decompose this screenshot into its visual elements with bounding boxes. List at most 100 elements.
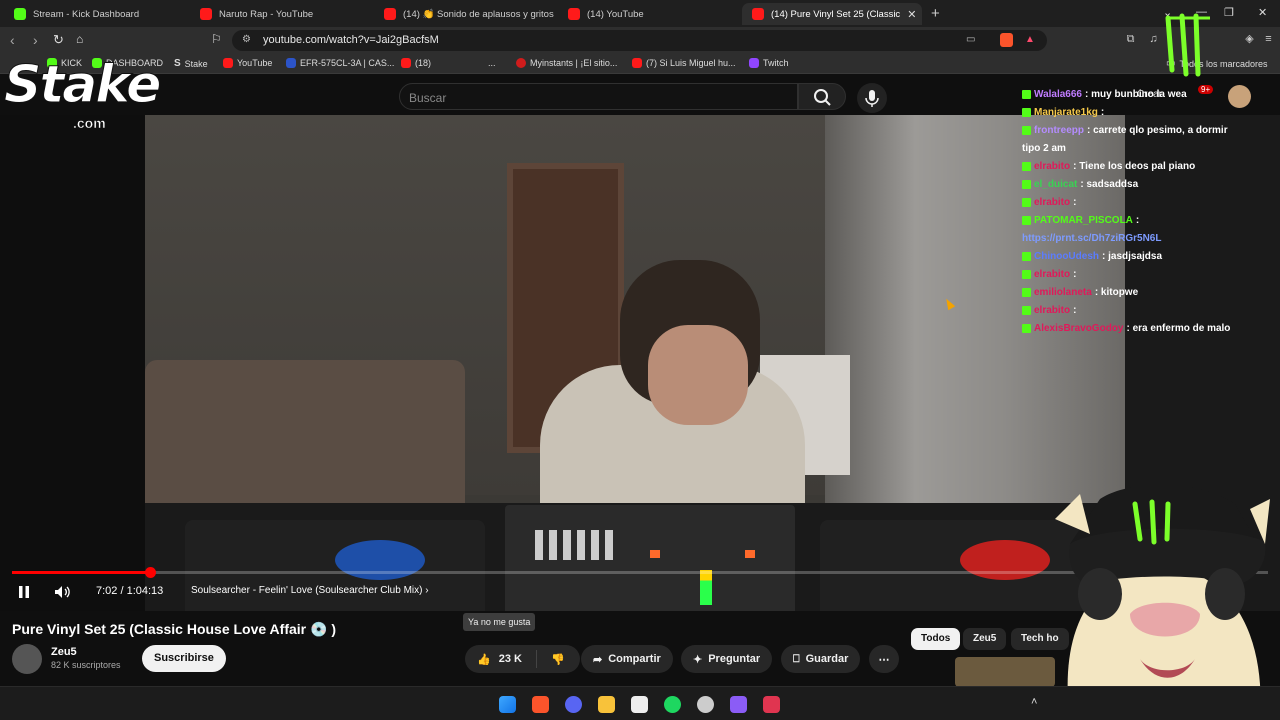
chevron-up-icon[interactable]: ˄ xyxy=(1031,696,1037,708)
back-icon[interactable]: ‹ xyxy=(10,32,15,48)
chat-message: elrabito: xyxy=(1022,266,1272,284)
obs-icon[interactable] xyxy=(631,696,648,713)
chapter-button[interactable]: Soulsearcher - Feelin' Love (Soulsearche… xyxy=(191,585,429,596)
forward-icon[interactable]: › xyxy=(33,32,38,48)
bookmark-twitch[interactable]: Twitch xyxy=(749,58,789,68)
bookmark-stake[interactable]: S Stake xyxy=(174,58,208,69)
dislike-button[interactable]: 👎 xyxy=(543,653,565,666)
chat-username: Walala666 xyxy=(1034,89,1082,100)
tooltip: Ya no me gusta xyxy=(463,613,536,631)
kick-badge-icon xyxy=(1022,216,1031,225)
bookmark-icon[interactable]: ⚐ xyxy=(211,32,222,46)
bookmark-youtube[interactable]: YouTube xyxy=(223,58,272,68)
video-frame-dark xyxy=(0,115,145,611)
bookmark-icon: ⎕ xyxy=(793,652,800,665)
chapter-title: Soulsearcher - Feelin' Love (Soulsearche… xyxy=(191,585,423,596)
bookmark-myinstants[interactable]: Myinstants | ¡El sitio... xyxy=(516,58,617,68)
app-launcher-icon[interactable] xyxy=(730,696,747,713)
bookmark-label: YouTube xyxy=(237,58,273,68)
bookmark-label: ... xyxy=(488,58,496,68)
mixer-meter xyxy=(700,570,712,605)
file-explorer-icon[interactable] xyxy=(598,696,615,713)
restore-icon[interactable]: ❐ xyxy=(1224,6,1234,19)
stake-logo: Stake .com xyxy=(2,55,177,140)
bookmark-label: EFR-575CL-3A | CAS... xyxy=(300,58,395,68)
mixer-pads xyxy=(535,530,615,560)
brave-rewards-icon[interactable]: ▲ xyxy=(1025,34,1035,45)
like-button[interactable]: 👍 23 K xyxy=(465,650,537,668)
bookmark-label: (7) Si Luis Miguel hu... xyxy=(646,58,736,68)
vpn-app-icon[interactable] xyxy=(763,696,780,713)
channel-name[interactable]: Zeu5 xyxy=(51,646,77,658)
extensions-icon[interactable]: ⧉ xyxy=(1124,33,1137,46)
chip-zeu5[interactable]: Zeu5 xyxy=(963,628,1007,650)
windows-start-icon[interactable] xyxy=(499,696,516,713)
brave-shield-icon[interactable] xyxy=(1000,33,1013,47)
video-sofa xyxy=(145,360,465,520)
chat-text: : carrete qlo pesimo, a dormir xyxy=(1087,125,1228,136)
music-icon[interactable]: ♫ xyxy=(1147,33,1160,46)
brave-browser-icon[interactable] xyxy=(532,696,549,713)
close-window-icon[interactable]: ✕ xyxy=(1258,6,1267,19)
mixer-led xyxy=(745,550,755,558)
spotify-icon[interactable] xyxy=(664,696,681,713)
discord-icon[interactable] xyxy=(565,696,582,713)
volume-button[interactable] xyxy=(54,585,72,602)
youtube-icon xyxy=(752,8,764,20)
chat-username: el_duicat xyxy=(1034,179,1078,190)
tab-title: Stream - Kick Dashboard xyxy=(33,8,140,20)
chat-message: Manjarate1kg: xyxy=(1022,104,1272,122)
youtube-icon xyxy=(223,58,233,68)
chat-message: PATOMAR_PISCOLA: xyxy=(1022,212,1272,230)
save-button[interactable]: ⎕ Guardar xyxy=(781,645,861,673)
tab-kick-dashboard[interactable]: Stream - Kick Dashboard xyxy=(4,3,186,25)
more-icon: ⋯ xyxy=(878,653,890,666)
reload-icon[interactable]: ↻ xyxy=(53,32,64,48)
search-input[interactable]: Buscar xyxy=(399,83,798,110)
search-icon xyxy=(814,89,831,106)
close-tab-icon[interactable]: ✕ xyxy=(907,8,916,21)
search-button[interactable] xyxy=(798,83,846,110)
more-actions-button[interactable]: ⋯ xyxy=(869,645,899,673)
bookmark-label: Twitch xyxy=(763,58,789,68)
pause-icon xyxy=(19,586,29,598)
share-button[interactable]: ➦ Compartir xyxy=(581,645,673,673)
bookmark-more[interactable]: ... xyxy=(488,58,496,68)
tab-naruto-rap[interactable]: Naruto Rap - YouTube xyxy=(190,3,370,25)
vpn-icon[interactable]: ◈ xyxy=(1243,33,1256,46)
bookmark-casio[interactable]: EFR-575CL-3A | CAS... xyxy=(286,58,394,68)
tab-aplausos[interactable]: (14) 👏 Sonido de aplausos y gritos xyxy=(374,3,554,25)
browser-tab-bar: Stream - Kick Dashboard Naruto Rap - You… xyxy=(0,0,1280,27)
myinstants-icon xyxy=(516,58,526,68)
tab-youtube[interactable]: (14) YouTube xyxy=(558,3,738,25)
ask-button[interactable]: ✦ Preguntar xyxy=(681,645,773,673)
stake-wordmark: Stake xyxy=(3,55,161,116)
progress-played xyxy=(12,571,151,574)
youtube-icon xyxy=(568,8,580,20)
kick-badge-icon xyxy=(1022,288,1031,297)
mic-icon xyxy=(865,90,879,107)
new-tab-button[interactable]: + xyxy=(931,5,940,22)
record-blue xyxy=(335,540,425,580)
bookmark-luis-miguel[interactable]: (7) Si Luis Miguel hu... xyxy=(632,58,736,68)
pause-button[interactable] xyxy=(17,585,31,602)
tab-pure-vinyl-set[interactable]: (14) Pure Vinyl Set 25 (Classic ✕ xyxy=(742,3,922,25)
home-icon[interactable]: ⌂ xyxy=(76,32,83,46)
chat-username: elrabito xyxy=(1034,305,1071,316)
subscribe-button[interactable]: Suscribirse xyxy=(142,645,226,672)
steam-icon[interactable] xyxy=(697,696,714,713)
chat-message: Walala666: muy bunbino la wea xyxy=(1022,86,1272,104)
chip-all[interactable]: Todos xyxy=(911,628,961,650)
chat-username: elrabito xyxy=(1034,269,1071,280)
site-info-icon[interactable]: ⚙ xyxy=(242,34,251,45)
bookmark-18[interactable]: (18) xyxy=(401,58,431,68)
chat-username: elrabito xyxy=(1034,197,1071,208)
voice-search-button[interactable] xyxy=(857,83,887,113)
channel-avatar[interactable] xyxy=(12,644,42,674)
kick-badge-icon xyxy=(1022,252,1031,261)
url-bar[interactable]: ⚙ youtube.com/watch?v=Jai2gBacfsM ▭ ▲ xyxy=(232,30,1047,51)
chat-message: tipo 2 am xyxy=(1022,140,1272,158)
cast-icon[interactable]: ▭ xyxy=(966,34,975,45)
save-label: Guardar xyxy=(805,653,849,665)
menu-icon[interactable]: ≡ xyxy=(1262,33,1275,46)
